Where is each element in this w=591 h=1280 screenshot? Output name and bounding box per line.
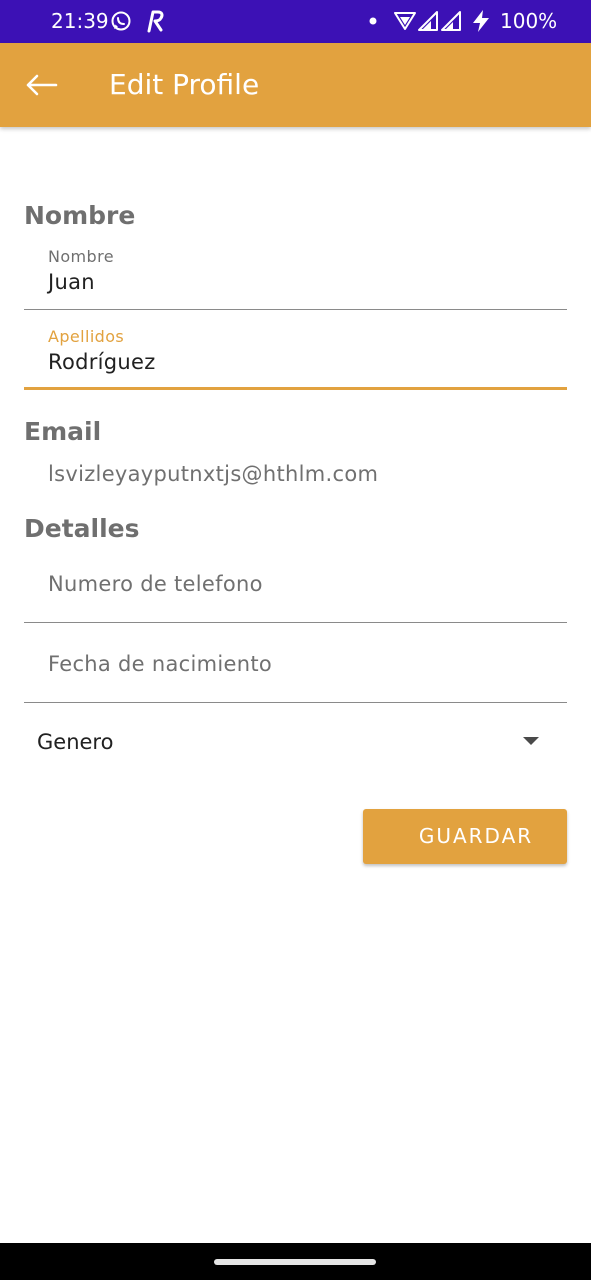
section-title-details: Detalles — [24, 514, 140, 543]
signal-icon — [418, 11, 438, 31]
whatsapp-icon — [111, 11, 131, 31]
phone-placeholder: Numero de telefono — [48, 572, 263, 596]
gender-selected-value: Genero — [37, 730, 114, 754]
home-indicator[interactable] — [214, 1259, 376, 1265]
first-name-value[interactable]: Juan — [48, 268, 95, 296]
wifi-icon — [394, 12, 416, 30]
email-value: lsvizleyayputnxtjs@hthlm.com — [48, 462, 379, 486]
navigation-bar — [0, 1243, 591, 1280]
app-bar: Edit Profile — [0, 43, 591, 127]
last-name-underline — [24, 387, 567, 390]
birthdate-underline — [24, 702, 567, 703]
battery-percentage: 100% — [500, 9, 558, 33]
first-name-label: Nombre — [48, 247, 114, 266]
gender-dropdown[interactable]: Genero — [24, 720, 567, 764]
first-name-field[interactable]: Nombre Juan — [24, 240, 567, 311]
back-button[interactable] — [22, 65, 62, 105]
status-time: 21:39 — [51, 9, 109, 33]
charging-icon — [473, 10, 489, 32]
save-button[interactable]: GUARDAR — [363, 809, 567, 864]
last-name-label: Apellidos — [48, 327, 125, 346]
birthdate-placeholder: Fecha de nacimiento — [48, 652, 273, 676]
phone-field[interactable]: Numero de telefono — [24, 560, 567, 624]
section-title-email: Email — [24, 417, 102, 446]
status-bar: 21:39 100% — [0, 0, 591, 43]
last-name-value[interactable]: Rodríguez — [48, 348, 156, 376]
last-name-field[interactable]: Apellidos Rodríguez — [24, 320, 567, 391]
phone-underline — [24, 622, 567, 623]
arrow-back-icon — [26, 74, 58, 96]
save-button-label: GUARDAR — [418, 824, 534, 848]
first-name-underline — [24, 309, 567, 310]
signal-icon-2 — [441, 11, 461, 31]
dropdown-arrow-icon — [523, 737, 539, 745]
page-title: Edit Profile — [109, 68, 260, 101]
notification-dot-icon — [369, 17, 377, 25]
r-app-icon — [147, 10, 164, 33]
birthdate-field[interactable]: Fecha de nacimiento — [24, 640, 567, 704]
section-title-name: Nombre — [24, 201, 136, 230]
